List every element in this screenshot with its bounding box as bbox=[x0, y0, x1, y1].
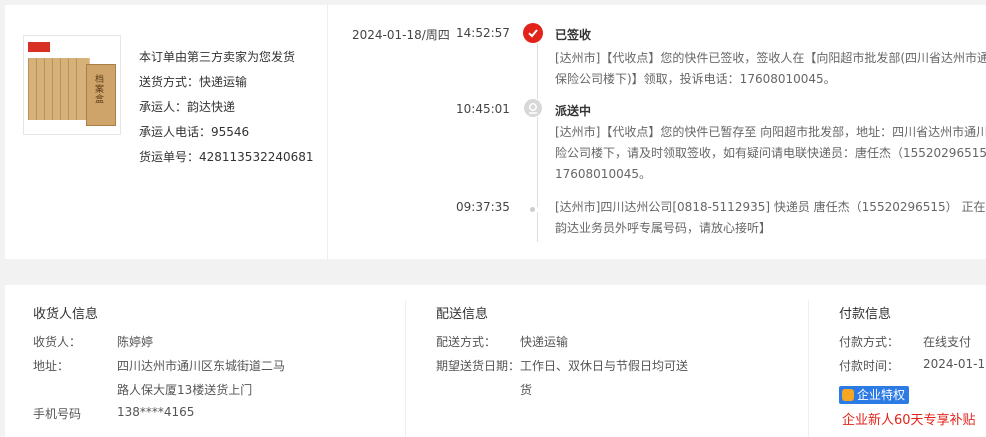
ship-method: 送货方式：快递运输 bbox=[139, 75, 248, 89]
receiver-phone: 138****4165 bbox=[117, 405, 195, 419]
carrier-phone: 承运人电话：95546 bbox=[139, 125, 250, 139]
gift-icon bbox=[842, 389, 854, 401]
status-text: [达州市]【代收点】您的快件已签收，签收人在【向阳超市批发部(四川省达州市通 保… bbox=[555, 48, 986, 90]
timeline-line bbox=[537, 212, 538, 242]
logistics-panel: 档案盒 本订单由第三方卖家为您发货 送货方式：快递运输 承运人：韵达快递 承运人… bbox=[5, 5, 986, 259]
payment-title: 付款信息 bbox=[839, 307, 892, 322]
file-boxes-graphic: 档案盒 bbox=[28, 58, 116, 126]
status-title: 派送中 bbox=[555, 104, 592, 118]
payment-method-label: 付款方式： bbox=[839, 335, 900, 349]
delivery-method-label: 配送方式： bbox=[436, 335, 497, 349]
status-line: 保险公司楼下)】领取，投诉电话：17608010045。 bbox=[555, 72, 836, 86]
receiver-addr-line1: 四川达州市通川区东城街道二马 bbox=[117, 359, 286, 373]
payment-time: 2024-01-15 bbox=[923, 357, 986, 371]
receiver-name-label: 收货人： bbox=[33, 335, 82, 349]
timeline-dot-icon bbox=[530, 207, 535, 212]
timeline-line bbox=[537, 43, 538, 99]
product-image[interactable]: 档案盒 bbox=[23, 35, 121, 135]
badge-label: 企业特权 bbox=[857, 388, 906, 402]
receiver-name: 陈婷婷 bbox=[117, 335, 154, 349]
divider bbox=[405, 300, 406, 437]
divider bbox=[327, 5, 328, 259]
seller-note: 本订单由第三方卖家为您发货 bbox=[139, 50, 296, 64]
carrier: 承运人：韵达快递 bbox=[139, 100, 236, 114]
status-text: [达州市]四川达州公司[0818-5112935] 快递员 唐任杰（155202… bbox=[555, 197, 986, 239]
promo-link[interactable]: 企业新人60天专享补贴 bbox=[842, 409, 976, 428]
box-label: 档案盒 bbox=[95, 75, 105, 105]
status-text: [达州市]【代收点】您的快件已暂存至 向阳超市批发部，地址：四川省达州市通川 险… bbox=[555, 122, 986, 185]
timeline-time: 10:45:01 bbox=[456, 102, 510, 116]
status-line: [达州市]【代收点】您的快件已签收，签收人在【向阳超市批发部(四川省达州市通 bbox=[555, 51, 986, 65]
delivery-method: 快递运输 bbox=[520, 335, 569, 349]
receiver-addr-label: 地址： bbox=[33, 359, 70, 373]
status-line: [达州市]【代收点】您的快件已暂存至 向阳超市批发部，地址：四川省达州市通川 bbox=[555, 125, 986, 139]
receiver-addr-line2: 路人保大厦13楼送货上门 bbox=[117, 383, 253, 397]
status-line: [达州市]四川达州公司[0818-5112935] 快递员 唐任杰（155202… bbox=[555, 200, 986, 214]
timeline-time: 09:37:35 bbox=[456, 200, 510, 214]
status-line: 韵达业务员外呼专属号码，请放心接听】 bbox=[555, 221, 772, 235]
tracking-number: 货运单号：428113532240681 bbox=[139, 150, 314, 164]
product-info: 本订单由第三方卖家为您发货 送货方式：快递运输 承运人：韵达快递 承运人电话：9… bbox=[139, 45, 314, 170]
payment-time-label: 付款时间： bbox=[839, 359, 900, 373]
signed-check-icon bbox=[523, 23, 543, 43]
brand-logo bbox=[28, 42, 50, 52]
delivery-date-line2: 货 bbox=[520, 383, 533, 397]
receiver-phone-label: 手机号码 bbox=[33, 407, 82, 421]
timeline-line bbox=[537, 117, 538, 207]
delivery-date-line1: 工作日、双休日与节假日均可送 bbox=[520, 359, 689, 373]
timeline-date: 2024-01-18/周四 bbox=[352, 28, 450, 42]
delivery-date-label: 期望送货日期： bbox=[436, 359, 521, 373]
timeline-time: 14:52:57 bbox=[456, 26, 510, 40]
order-info-panel: 收货人信息 收货人： 陈婷婷 地址： 四川达州市通川区东城街道二马 路人保大厦1… bbox=[5, 285, 986, 437]
status-title: 已签收 bbox=[555, 28, 592, 42]
status-line: 17608010045。 bbox=[555, 167, 651, 181]
divider bbox=[808, 300, 809, 437]
receiver-title: 收货人信息 bbox=[33, 307, 99, 322]
enterprise-badge[interactable]: 企业特权 bbox=[839, 386, 910, 404]
delivery-courier-icon bbox=[524, 99, 542, 117]
status-line: 险公司楼下，请及时领取签收，如有疑问请电联快递员：唐任杰（15520296515… bbox=[555, 146, 986, 160]
delivery-title: 配送信息 bbox=[436, 307, 489, 322]
payment-method: 在线支付 bbox=[923, 335, 972, 349]
